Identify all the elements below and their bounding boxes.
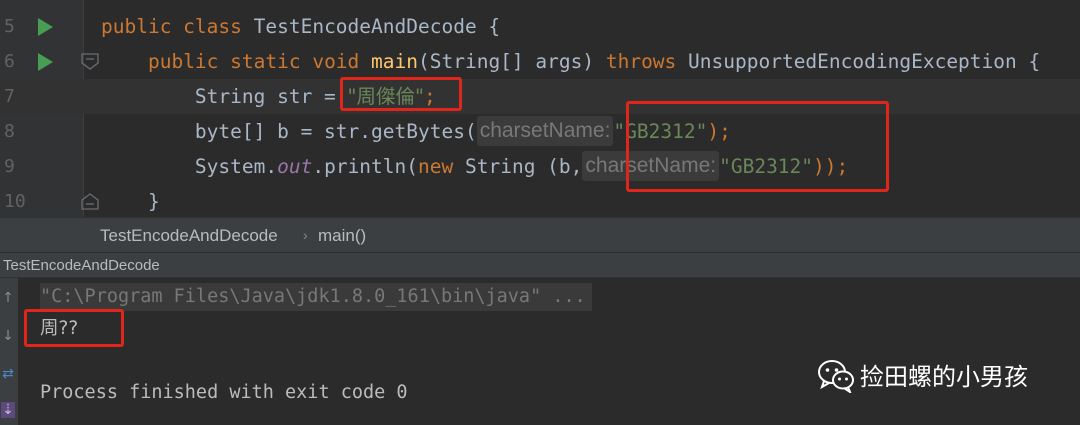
line-number: 6 — [4, 51, 15, 72]
statement-end: ); — [707, 120, 731, 143]
console-output-text: 周?? — [40, 318, 79, 339]
static-field: out — [277, 155, 313, 178]
code-text: String str = "周傑倫"; — [101, 79, 436, 114]
keyword: throws — [605, 50, 677, 73]
run-toolbar: ↑ ↓ ⇄ ⇣ — [0, 278, 18, 425]
breadcrumb-method[interactable]: main() — [318, 218, 366, 253]
code-line-5[interactable]: 5 public class TestEncodeAndDecode { — [0, 9, 1080, 44]
string-literal: "周傑倫" — [347, 85, 424, 108]
breadcrumb-separator: › — [303, 227, 308, 243]
watermark-text: 捡田螺的小男孩 — [860, 363, 1028, 391]
fold-icon[interactable] — [81, 53, 99, 70]
class-ref: System. — [194, 155, 278, 178]
code-text: System.out.println(new String (b, charset… — [101, 149, 848, 184]
string-literal: "GB2312" — [613, 120, 708, 143]
line-number: 7 — [4, 86, 15, 107]
code-text: public class TestEncodeAndDecode { — [101, 9, 500, 44]
run-panel-header: TestEncodeAndDecode — [0, 252, 1080, 278]
keyword: public static void — [147, 50, 372, 73]
fold-icon[interactable] — [81, 193, 99, 210]
params: (String[] args) — [418, 50, 606, 73]
code-text: public static void main(String[] args) t… — [101, 44, 1040, 79]
arrow-up-icon[interactable]: ↑ — [1, 290, 15, 306]
breadcrumb-class[interactable]: TestEncodeAndDecode — [100, 218, 278, 253]
parameter-hint: charsetName: — [476, 116, 614, 146]
line-number: 5 — [4, 16, 15, 37]
exception: UnsupportedEncodingException { — [676, 50, 1041, 73]
code-text: byte[] b = str.getBytes(charsetName: "GB2… — [101, 114, 731, 149]
code-line-6[interactable]: 6 public static void main(String[] args)… — [0, 44, 1080, 79]
run-icon[interactable] — [38, 18, 53, 36]
line-number: 9 — [4, 156, 15, 177]
code-line-9[interactable]: 9 System.out.println(new String (b, chars… — [0, 149, 1080, 184]
run-icon[interactable] — [38, 53, 53, 71]
method-name: main — [371, 50, 418, 73]
keyword: public class — [101, 15, 254, 38]
arrow-down-icon[interactable]: ↓ — [1, 328, 15, 344]
brace: { — [476, 15, 501, 38]
console-exit-message: Process finished with exit code 0 — [40, 382, 408, 403]
code-line-8[interactable]: 8 byte[] b = str.getBytes(charsetName: "G… — [0, 114, 1080, 149]
declaration: String str = — [194, 85, 348, 108]
run-panel-title[interactable]: TestEncodeAndDecode — [3, 253, 160, 278]
code-text: } — [101, 184, 160, 219]
line-number: 10 — [4, 191, 26, 212]
declaration: byte[] b = str.getBytes( — [194, 120, 477, 143]
code-line-10[interactable]: 10 } — [0, 184, 1080, 219]
breadcrumb: TestEncodeAndDecode › main() — [0, 217, 1080, 252]
statement-end: )); — [813, 155, 849, 178]
wechat-icon — [818, 360, 854, 393]
soft-wrap-icon[interactable]: ⇄ — [1, 366, 15, 382]
semicolon: ; — [424, 85, 436, 108]
string-literal: "GB2312" — [719, 155, 814, 178]
line-number: 8 — [4, 121, 15, 142]
constructor: String (b, — [453, 155, 583, 178]
closing-brace: } — [147, 190, 160, 213]
console-output[interactable]: "C:\Program Files\Java\jdk1.8.0_161\bin\… — [18, 278, 1080, 425]
code-editor[interactable]: 5 public class TestEncodeAndDecode { 6 p… — [0, 0, 1080, 217]
class-name: TestEncodeAndDecode — [253, 15, 477, 38]
parameter-hint: charsetName: — [582, 151, 720, 181]
code-line-7[interactable]: 7 String str = "周傑倫"; — [0, 79, 1080, 114]
keyword: new — [418, 155, 454, 178]
method-call: .println( — [312, 155, 419, 178]
scroll-to-end-icon[interactable]: ⇣ — [1, 402, 15, 418]
console-command: "C:\Program Files\Java\jdk1.8.0_161\bin\… — [40, 283, 592, 311]
